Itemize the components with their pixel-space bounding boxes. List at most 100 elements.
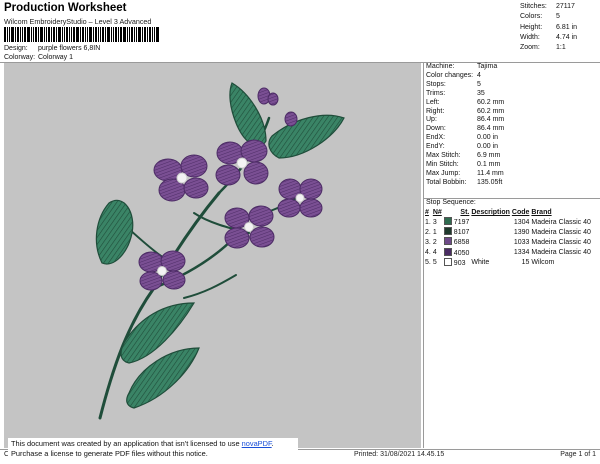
barcode-bar [144, 27, 146, 42]
panel-divider [423, 63, 424, 448]
row-needle: 4 [432, 249, 437, 257]
barcode-bar [102, 27, 104, 42]
row-brand: Madeira Classic 40 [531, 249, 591, 257]
row-description: White [471, 259, 490, 267]
row-code: 1390 [513, 228, 530, 236]
col-code: Code [511, 209, 530, 216]
stop-sequence-header: # N# St. Description Code Brand [425, 208, 593, 217]
detail-row: Down: 86.4 mm [426, 125, 598, 134]
barcode-bar [15, 27, 16, 42]
detail-label: Max Jump: [426, 169, 461, 177]
barcode-bar [46, 27, 47, 42]
row-stitches-cell: 903 [443, 257, 472, 268]
detail-row: Left: 60.2 mm [426, 99, 598, 108]
row-index: 4. [425, 249, 431, 257]
detail-value: 60.2 mm [477, 98, 505, 106]
col-brand: Brand [531, 209, 552, 216]
row-stitches-cell: 6858 [443, 237, 472, 247]
col-needle: N# [432, 209, 442, 216]
row-brand: Madeira Classic 40 [531, 228, 591, 236]
detail-label: Stops: [426, 80, 446, 88]
detail-row: Up: 86.4 mm [426, 116, 598, 125]
detail-value: 60.2 mm [477, 107, 505, 115]
row-stitches: 4050 [453, 249, 470, 257]
design-row: Design: purple flowers 6,8IN [4, 45, 100, 52]
row-stitches: 903 [453, 259, 466, 267]
detail-label: EndX: [426, 134, 446, 142]
color-swatch [443, 237, 452, 246]
barcode-bar [33, 27, 34, 42]
barcode-bar [53, 27, 55, 42]
barcode-bar [51, 27, 52, 42]
stop-sequence-title: Stop Sequence: [426, 199, 476, 206]
barcode-bar [87, 27, 88, 42]
detail-label: Min Stitch: [426, 160, 459, 168]
col-stitches: St. [460, 209, 470, 216]
flowers [138, 87, 323, 291]
row-code: 1304 [513, 218, 530, 226]
row-needle: 2 [432, 238, 437, 246]
row-stitches: 6858 [453, 239, 470, 247]
detail-value: 135.05ft [477, 178, 503, 186]
detail-value: 0.00 in [477, 143, 499, 151]
table-row: 3. 2 6858 1033 Madeira Classic 40 [425, 237, 593, 247]
barcode-bar [138, 27, 141, 42]
stop-sequence-table: # N# St. Description Code Brand 1. 3 7197 1… [425, 208, 593, 268]
detail-label: Trims: [426, 89, 446, 97]
novapdf-link[interactable]: novaPDF [242, 439, 272, 448]
design-value: purple flowers 6,8IN [38, 45, 101, 52]
row-stitches-cell: 4050 [443, 247, 472, 258]
barcode-bar [24, 27, 26, 42]
barcode-bar [142, 27, 143, 42]
barcode-bar [35, 27, 37, 42]
colorway-value: Colorway 1 [38, 54, 74, 61]
barcode-bar [129, 27, 130, 42]
stat-zoom: Zoom: 1:1 [520, 44, 566, 52]
notice-line-2: Purchase a license to generate PDF files… [11, 449, 208, 458]
detail-label: Left: [426, 98, 440, 106]
barcode-bar [149, 27, 151, 42]
barcode-bar [64, 27, 65, 42]
row-stitches: 7197 [453, 219, 470, 226]
stat-width: Width: 4.74 in [520, 33, 578, 41]
design-label: Design: [4, 45, 28, 52]
table-row: 2. 1 8107 1390 Madeira Classic 40 [425, 227, 593, 237]
row-index: 3. [425, 238, 431, 246]
barcode-bar [4, 27, 6, 42]
barcode-bar [131, 27, 133, 42]
barcode-bar [95, 27, 97, 42]
detail-label: Machine: [426, 63, 455, 70]
barcode-bar [48, 27, 50, 42]
barcode-bar [9, 27, 10, 42]
barcode-bar [40, 27, 43, 42]
row-index: 2. [425, 228, 431, 236]
color-swatch [443, 217, 452, 225]
barcode-bar [82, 27, 84, 42]
detail-row: Color changes: 4 [426, 72, 598, 81]
detail-row: Min Stitch: 0.1 mm [426, 161, 598, 170]
design-preview [4, 63, 421, 448]
barcode-bar [20, 27, 21, 42]
detail-label: Color changes: [426, 71, 474, 79]
col-index: # [425, 209, 429, 216]
barcode-bar [31, 27, 32, 42]
barcode-bar [58, 27, 61, 42]
barcode-bar [22, 27, 23, 42]
barcode-bar [62, 27, 63, 42]
barcode-bar [85, 27, 86, 42]
row-brand: Wilcom [531, 259, 555, 267]
detail-row: Stops: 5 [426, 81, 598, 90]
detail-label: Right: [426, 107, 445, 115]
page-number: Page 1 of 1 [560, 451, 596, 458]
row-index: 1. [425, 218, 431, 226]
detail-row: Trims: 35 [426, 90, 598, 99]
color-swatch [443, 247, 452, 256]
detail-label: EndY: [426, 143, 445, 151]
table-row: 1. 3 7197 1304 Madeira Classic 40 [425, 217, 593, 227]
embroidery-design-image [95, 82, 345, 420]
color-swatch [443, 227, 452, 236]
barcode-bar [11, 27, 14, 42]
detail-row: Max Jump: 11.4 mm [426, 170, 598, 179]
barcode-bar [17, 27, 19, 42]
barcode-bar [120, 27, 122, 42]
